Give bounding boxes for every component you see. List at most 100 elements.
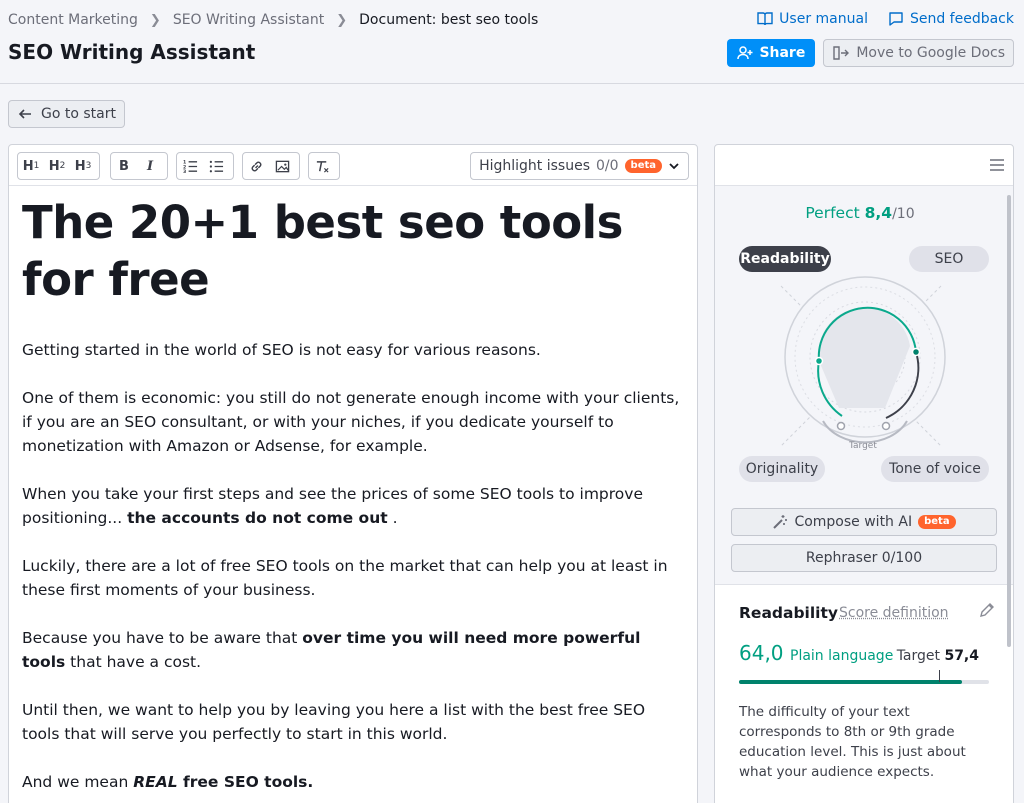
clear-format-icon xyxy=(315,159,330,174)
paragraph: Luckily, there are a lot of free SEO too… xyxy=(22,554,684,602)
editor: H1 H2 H3 B I 123 Highlight issues 0/0 be… xyxy=(8,144,698,803)
highlight-issues-dropdown[interactable]: Highlight issues 0/0 beta xyxy=(470,152,689,180)
clear-formatting-button[interactable] xyxy=(309,153,335,179)
overall-score-section: Perfect 8,4/10 Readability SEO Target Or… xyxy=(715,186,1014,585)
move-to-google-docs-button[interactable]: Move to Google Docs xyxy=(823,39,1014,67)
hamburger-menu-icon[interactable] xyxy=(989,157,1005,173)
radar-point xyxy=(838,423,845,430)
panel-scrollbar[interactable] xyxy=(1007,195,1011,647)
chevron-right-icon: ❯ xyxy=(150,13,161,28)
link-icon xyxy=(249,159,264,174)
document-body[interactable]: The 20+1 best seo tools for free Getting… xyxy=(9,186,697,794)
beta-badge: beta xyxy=(625,159,662,173)
go-to-start-button[interactable]: Go to start xyxy=(8,100,125,128)
bullet-list-icon xyxy=(209,159,224,174)
tab-originality[interactable]: Originality xyxy=(739,456,825,482)
heading-2-button[interactable]: H2 xyxy=(44,153,70,179)
bold-text: the accounts do not come out xyxy=(127,509,388,527)
italic-bold-text: REAL xyxy=(133,773,177,791)
header-actions: Share Move to Google Docs xyxy=(727,39,1014,67)
score-definition-link[interactable]: Score definition xyxy=(839,605,949,621)
target-label: Target xyxy=(897,648,940,664)
chat-bubble-icon xyxy=(888,11,904,27)
bold-button[interactable]: B xyxy=(111,153,137,179)
readability-score: 64,0 xyxy=(739,641,784,665)
readability-target: Target 57,4 xyxy=(897,648,979,664)
share-button[interactable]: Share xyxy=(727,39,815,67)
breadcrumb-item[interactable]: SEO Writing Assistant xyxy=(173,12,324,28)
radar-target-label: Target xyxy=(849,441,877,451)
score-label: Perfect xyxy=(805,204,859,222)
paragraph-text: Because you have to be aware that xyxy=(22,629,302,647)
user-manual-link[interactable]: User manual xyxy=(757,11,868,27)
paragraph: Until then, we want to help you by leavi… xyxy=(22,698,684,746)
document-title: The 20+1 best seo tools for free xyxy=(22,194,684,308)
h1-sub: 1 xyxy=(34,161,40,171)
highlight-issues-count: 0/0 xyxy=(596,158,619,174)
readability-progress-bar xyxy=(739,680,989,684)
h3-label: H xyxy=(75,159,86,174)
user-manual-label: User manual xyxy=(779,11,868,27)
score-value: 8,4 xyxy=(865,204,892,222)
send-feedback-link[interactable]: Send feedback xyxy=(888,11,1014,27)
radar-point xyxy=(816,358,823,365)
radar-point xyxy=(883,423,890,430)
page-title: SEO Writing Assistant xyxy=(8,40,255,64)
paragraph: One of them is economic: you still do no… xyxy=(22,386,684,458)
heading-1-button[interactable]: H1 xyxy=(18,153,44,179)
readability-description: The difficulty of your text corresponds … xyxy=(739,702,979,782)
arrow-left-icon xyxy=(17,106,33,122)
ordered-list-button[interactable]: 123 xyxy=(177,153,203,179)
add-user-icon xyxy=(737,45,753,61)
magic-wand-icon xyxy=(772,514,788,530)
image-icon xyxy=(275,159,290,174)
top-links: User manual Send feedback xyxy=(757,11,1014,27)
bold-text: free SEO tools. xyxy=(178,773,314,791)
readability-section: Readability Score definition 64,0 Plain … xyxy=(715,586,1014,803)
paragraph-text: . xyxy=(388,509,398,527)
target-marker xyxy=(939,670,940,682)
beta-badge: beta xyxy=(918,515,955,529)
chevron-right-icon: ❯ xyxy=(336,13,347,28)
rephraser-button[interactable]: Rephraser 0/100 xyxy=(731,544,997,572)
italic-button[interactable]: I xyxy=(137,153,163,179)
link-button[interactable] xyxy=(243,153,269,179)
tab-tone-of-voice[interactable]: Tone of voice xyxy=(881,456,989,482)
radar-chart xyxy=(761,266,961,446)
paragraph-text: And we mean xyxy=(22,773,133,791)
readability-level: Plain language xyxy=(790,648,893,664)
paragraph: When you take your first steps and see t… xyxy=(22,482,684,530)
radar-point xyxy=(913,349,920,356)
score-out-of: /10 xyxy=(892,206,915,222)
paragraph: Because you have to be aware that over t… xyxy=(22,626,684,674)
h3-sub: 3 xyxy=(86,161,92,171)
move-to-google-docs-label: Move to Google Docs xyxy=(856,45,1005,61)
export-doc-icon xyxy=(832,45,850,61)
ordered-list-icon: 123 xyxy=(183,159,198,174)
image-button[interactable] xyxy=(269,153,295,179)
breadcrumb-item[interactable]: Content Marketing xyxy=(8,12,138,28)
editor-toolbar: H1 H2 H3 B I 123 Highlight issues 0/0 be… xyxy=(9,145,697,186)
list-group: 123 xyxy=(176,152,234,180)
heading-3-button[interactable]: H3 xyxy=(70,153,96,179)
score-panel: Perfect 8,4/10 Readability SEO Target Or… xyxy=(714,144,1014,803)
share-label: Share xyxy=(759,45,805,61)
overall-score: Perfect 8,4/10 xyxy=(715,204,1005,222)
insert-group xyxy=(242,152,300,180)
go-to-start-label: Go to start xyxy=(41,106,116,122)
breadcrumb: Content Marketing ❯ SEO Writing Assistan… xyxy=(8,12,538,28)
send-feedback-label: Send feedback xyxy=(910,11,1014,27)
top-header: Content Marketing ❯ SEO Writing Assistan… xyxy=(0,0,1024,84)
pencil-icon[interactable] xyxy=(979,602,995,618)
clear-format-group xyxy=(308,152,340,180)
chevron-down-icon xyxy=(668,160,680,172)
paragraph: Getting started in the world of SEO is n… xyxy=(22,338,684,362)
book-icon xyxy=(757,11,773,27)
highlight-issues-label: Highlight issues xyxy=(479,158,590,174)
bullet-list-button[interactable] xyxy=(203,153,229,179)
paragraph: And we mean REAL free SEO tools. xyxy=(22,770,684,794)
panel-header xyxy=(715,145,1013,186)
h2-sub: 2 xyxy=(60,161,66,171)
target-value: 57,4 xyxy=(944,648,979,664)
compose-with-ai-button[interactable]: Compose with AI beta xyxy=(731,508,997,536)
